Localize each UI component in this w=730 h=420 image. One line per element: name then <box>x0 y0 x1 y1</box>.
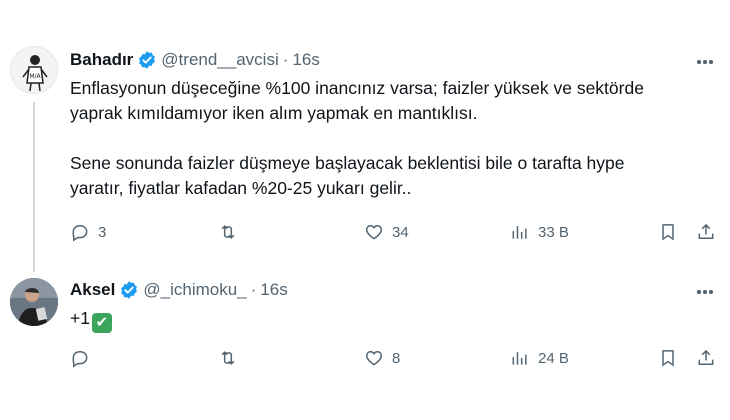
avatar[interactable] <box>10 278 58 326</box>
bookmark-icon <box>662 350 674 367</box>
author-handle[interactable]: @_ichimoku_ <box>143 280 246 300</box>
heart-icon <box>365 224 383 240</box>
views-button[interactable]: 33 B <box>510 222 569 242</box>
tweet-body-line: Enflasyonun düşeceğine %100 inancınız va… <box>70 78 644 98</box>
tweet-body: +1 ✔ <box>70 306 112 333</box>
like-button[interactable]: 34 <box>364 222 409 242</box>
tweet-actions: 3 34 33 B <box>70 222 720 246</box>
verified-badge-icon <box>139 51 156 69</box>
bookmark-button[interactable] <box>658 348 678 368</box>
tweet-header: Bahadır @trend__avcisi · 16s <box>70 50 320 70</box>
tweet-body-text: +1 <box>70 308 90 328</box>
separator-dot: · <box>250 280 257 299</box>
views-chart-icon <box>512 352 527 365</box>
heart-icon <box>365 350 383 366</box>
timestamp[interactable]: 16s <box>292 50 319 70</box>
timestamp[interactable]: 16s <box>260 280 287 300</box>
tweet-1[interactable]: M/A Bahadır @trend__avcisi · 16s Enflasy… <box>0 0 730 270</box>
separator-dot: · <box>282 50 289 69</box>
more-dot-icon <box>697 60 701 64</box>
bookmark-icon <box>662 224 674 241</box>
avatar[interactable]: M/A <box>10 46 58 94</box>
reply-count: 3 <box>98 223 107 241</box>
share-icon <box>698 223 714 239</box>
more-dot-icon <box>709 290 713 294</box>
more-dot-icon <box>697 290 701 294</box>
author-name[interactable]: Bahadır <box>70 50 133 70</box>
verified-badge-icon <box>121 281 138 299</box>
like-button[interactable]: 8 <box>364 348 400 368</box>
more-dot-icon <box>703 60 707 64</box>
tweet-body: Enflasyonun düşeceğine %100 inancınız va… <box>70 76 644 201</box>
tweet-body-line: yaprak kımıldamıyor iken alım yapmak en … <box>70 103 478 123</box>
tweet-actions: 8 24 B <box>70 348 720 372</box>
tweet-2[interactable]: Aksel @_ichimoku_ · 16s +1 ✔ 8 24 B <box>0 270 730 420</box>
figure-sketch-avatar-icon: M/A <box>11 47 57 93</box>
more-options-button[interactable] <box>694 281 716 303</box>
tweet-body-line <box>70 126 644 151</box>
views-chart-icon <box>512 226 527 239</box>
bookmark-button[interactable] <box>658 222 678 242</box>
author-name[interactable]: Aksel <box>70 280 115 300</box>
retweet-icon <box>221 225 235 239</box>
tweet-body-line: yaratır, fiyatlar kafadan %20-25 yukarı … <box>70 178 412 198</box>
share-icon <box>698 349 714 365</box>
more-dot-icon <box>709 60 713 64</box>
more-options-button[interactable] <box>694 51 716 73</box>
tweet-header: Aksel @_ichimoku_ · 16s <box>70 280 288 300</box>
person-photo-avatar-icon <box>10 278 58 326</box>
reply-icon <box>72 225 88 242</box>
views-count: 33 B <box>538 223 569 241</box>
author-handle[interactable]: @trend__avcisi <box>161 50 278 70</box>
share-button[interactable] <box>696 348 716 368</box>
retweet-icon <box>221 351 235 365</box>
views-count: 24 B <box>538 349 569 367</box>
check-mark-emoji: ✔ <box>91 313 112 333</box>
share-button[interactable] <box>696 222 716 242</box>
like-count: 34 <box>392 223 409 241</box>
svg-text:M/A: M/A <box>29 73 41 80</box>
retweet-button[interactable] <box>218 222 246 242</box>
views-button[interactable]: 24 B <box>510 348 569 368</box>
like-count: 8 <box>392 349 401 367</box>
reply-button[interactable] <box>70 348 98 368</box>
more-dot-icon <box>703 290 707 294</box>
reply-button[interactable]: 3 <box>70 222 106 242</box>
tweet-body-line: Sene sonunda faizler düşmeye başlayacak … <box>70 153 625 173</box>
reply-icon <box>72 351 88 368</box>
retweet-button[interactable] <box>218 348 246 368</box>
